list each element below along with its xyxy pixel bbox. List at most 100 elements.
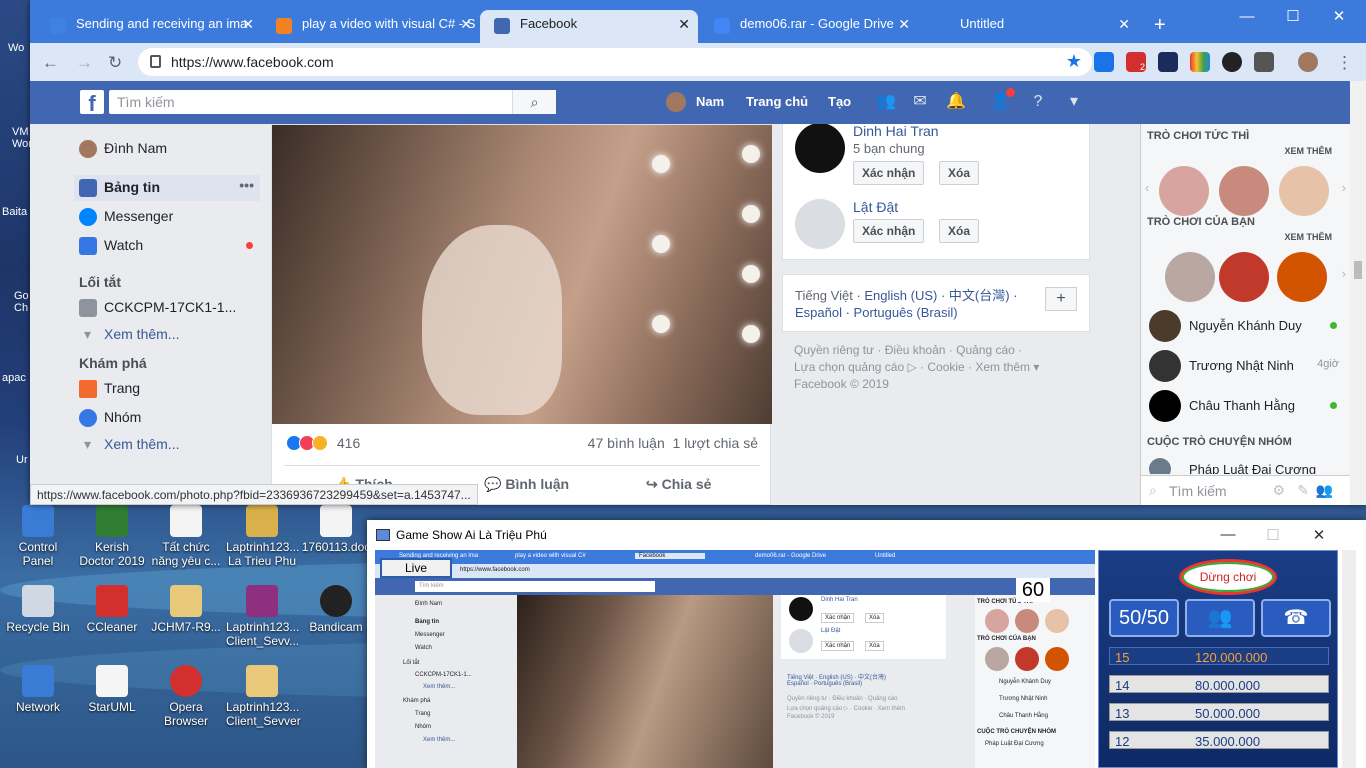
game-scrollbar[interactable]	[1342, 550, 1356, 768]
facebook-search-input[interactable]: Tìm kiếm	[109, 90, 556, 114]
see-more-shortcuts[interactable]: ▾ Xem thêm...	[74, 322, 260, 348]
extension-icon[interactable]	[1094, 52, 1114, 72]
extension-badge-icon[interactable]: 2	[1126, 52, 1146, 72]
desktop-icon-kerish[interactable]: Kerish Doctor 2019	[76, 505, 148, 568]
confirm-button[interactable]: Xác nhận	[853, 161, 925, 185]
share-button[interactable]: ↪ Chia sẻ	[646, 476, 711, 493]
chevron-right-icon[interactable]: ›	[1342, 266, 1346, 281]
profile-avatar[interactable]	[1298, 52, 1318, 72]
sidebar-item-watch[interactable]: Watch	[74, 233, 260, 259]
lifeline-ask-audience-button[interactable]: 👥	[1185, 599, 1255, 637]
page-scrollbar[interactable]	[1350, 81, 1366, 505]
compose-icon[interactable]: ✎	[1297, 482, 1309, 499]
desktop-icon-jchm[interactable]: JCHM7-R9...	[150, 585, 222, 634]
stop-game-button[interactable]: Dừng chơi	[1179, 559, 1277, 595]
close-tab-icon[interactable]: ✕	[242, 16, 254, 33]
tab-google-drive[interactable]: demo06.rar - Google Drive ✕	[700, 10, 918, 43]
new-tab-button[interactable]: +	[1144, 8, 1180, 41]
facebook-logo-icon[interactable]: f	[80, 90, 104, 116]
language-link[interactable]: Español	[795, 305, 842, 320]
contact-item[interactable]: Châu Thanh Hằng	[1149, 390, 1339, 424]
extension-icon[interactable]	[1158, 52, 1178, 72]
messenger-icon[interactable]: ✉	[910, 92, 930, 112]
see-more-link[interactable]: XEM THÊM	[1284, 146, 1332, 156]
scrollbar-thumb[interactable]	[1354, 261, 1362, 279]
friend-requests-icon[interactable]: 👥	[876, 92, 896, 112]
sidebar-item-messenger[interactable]: Messenger	[74, 204, 260, 230]
group-chat-item[interactable]: Pháp Luật Đại Cương	[1149, 458, 1339, 474]
desktop-icon-network[interactable]: Network	[2, 665, 74, 714]
language-link[interactable]: 中文(台灣)	[949, 288, 1010, 303]
tab-play-video[interactable]: play a video with visual C# - S ✕	[262, 10, 480, 43]
desktop-icon-client-sevv[interactable]: Laptrinh123... Client_Sevv...	[226, 585, 299, 648]
forward-icon[interactable]: →	[76, 53, 93, 73]
more-options-icon[interactable]: •••	[239, 177, 254, 193]
reaction-summary[interactable]: 416	[286, 435, 360, 451]
close-tab-icon[interactable]: ✕	[460, 16, 472, 33]
delete-button[interactable]: Xóa	[939, 219, 980, 243]
contact-item[interactable]: Nguyễn Khánh Duy	[1149, 310, 1339, 344]
desktop-icon-recycle-bin[interactable]: Recycle Bin	[2, 585, 74, 634]
lifeline-phone-friend-button[interactable]: ☎	[1261, 599, 1331, 637]
live-button[interactable]: Live	[380, 558, 452, 578]
footer-line[interactable]: Lựa chọn quảng cáo ▷ · Cookie · Xem thêm…	[794, 359, 1039, 376]
notifications-bell-icon[interactable]: 🔔	[946, 92, 966, 112]
extension-icon[interactable]	[1254, 52, 1274, 72]
help-icon[interactable]: ?	[1028, 92, 1048, 112]
comment-button[interactable]: 💬 Bình luận	[484, 476, 569, 493]
mutual-friends[interactable]: 5 bạn chung	[853, 141, 925, 156]
comments-count[interactable]: 47 bình luận	[588, 435, 665, 451]
maximize-button[interactable]: ☐	[1270, 4, 1316, 30]
game-thumbnail[interactable]	[1159, 166, 1209, 216]
sidebar-item-pages[interactable]: Trang	[74, 376, 260, 402]
desktop-icon-control-panel[interactable]: Control Panel	[2, 505, 74, 568]
sidebar-item-news-feed[interactable]: Bảng tin •••	[74, 175, 260, 201]
gear-icon[interactable]: ⚙	[1272, 482, 1285, 499]
desktop-icon-doc[interactable]: Tất chức năng yêu c...	[150, 505, 222, 568]
desktop-icon-opera[interactable]: Opera Browser	[150, 665, 222, 728]
desktop-icon-ccleaner[interactable]: CCleaner	[76, 585, 148, 634]
minimize-button[interactable]: —	[1224, 4, 1270, 30]
footer-line[interactable]: Quyền riêng tư · Điều khoản · Quảng cáo …	[794, 342, 1039, 359]
close-tab-icon[interactable]: ✕	[678, 16, 690, 33]
address-bar[interactable]: https://www.facebook.com ★	[138, 48, 1092, 76]
avatar[interactable]	[795, 124, 845, 173]
sidebar-profile[interactable]: Đình Nam	[74, 136, 260, 162]
contact-item[interactable]: Trương Nhật Ninh 4giờ	[1149, 350, 1339, 384]
see-more-link[interactable]: XEM THÊM	[1284, 232, 1332, 242]
see-more-explore[interactable]: ▾ Xem thêm...	[74, 432, 260, 458]
bookmark-star-icon[interactable]: ★	[1066, 51, 1082, 72]
nav-home-link[interactable]: Trang chủ	[746, 94, 808, 109]
game-thumbnail[interactable]	[1219, 252, 1269, 302]
close-tab-icon[interactable]: ✕	[1118, 16, 1130, 33]
maximize-button[interactable]: ☐	[1263, 526, 1283, 544]
friend-name[interactable]: Dinh Hai Tran	[853, 124, 939, 139]
extension-icon[interactable]	[1222, 52, 1242, 72]
delete-button[interactable]: Xóa	[939, 161, 980, 185]
game-thumbnail[interactable]	[1165, 252, 1215, 302]
create-group-icon[interactable]: 👥	[1316, 482, 1333, 499]
post-photo[interactable]	[272, 125, 772, 424]
desktop-icon-staruml[interactable]: StarUML	[76, 665, 148, 714]
friend-name[interactable]: Lật Đật	[853, 199, 898, 215]
add-language-button[interactable]: +	[1045, 287, 1077, 311]
reload-icon[interactable]: ↻	[108, 53, 122, 73]
chevron-left-icon[interactable]: ‹	[1145, 180, 1149, 195]
profile-avatar[interactable]	[666, 92, 686, 112]
desktop-icon-latrieuphu[interactable]: Laptrinh123... La Trieu Phu	[226, 505, 299, 568]
desktop-icon-1760113[interactable]: 1760113.doc	[300, 505, 372, 554]
menu-kebab-icon[interactable]: ⋮	[1336, 53, 1353, 73]
tab-untitled[interactable]: Untitled ✕	[920, 10, 1138, 43]
sidebar-item-shortcut[interactable]: CCKCPM-17CK1-1...	[74, 295, 260, 321]
close-tab-icon[interactable]: ✕	[898, 16, 910, 33]
game-thumbnail[interactable]	[1279, 166, 1329, 216]
lifeline-fifty-fifty-button[interactable]: 50/50	[1109, 599, 1179, 637]
language-link[interactable]: Português (Brasil)	[854, 305, 958, 320]
account-dropdown-icon[interactable]: ▾	[1064, 92, 1084, 112]
sidebar-item-groups[interactable]: Nhóm	[74, 405, 260, 431]
game-thumbnail[interactable]	[1219, 166, 1269, 216]
shares-count[interactable]: 1 lượt chia sẻ	[673, 435, 758, 451]
close-window-button[interactable]: ✕	[1309, 526, 1329, 544]
back-icon[interactable]: ←	[42, 53, 59, 73]
close-window-button[interactable]: ✕	[1316, 4, 1362, 30]
